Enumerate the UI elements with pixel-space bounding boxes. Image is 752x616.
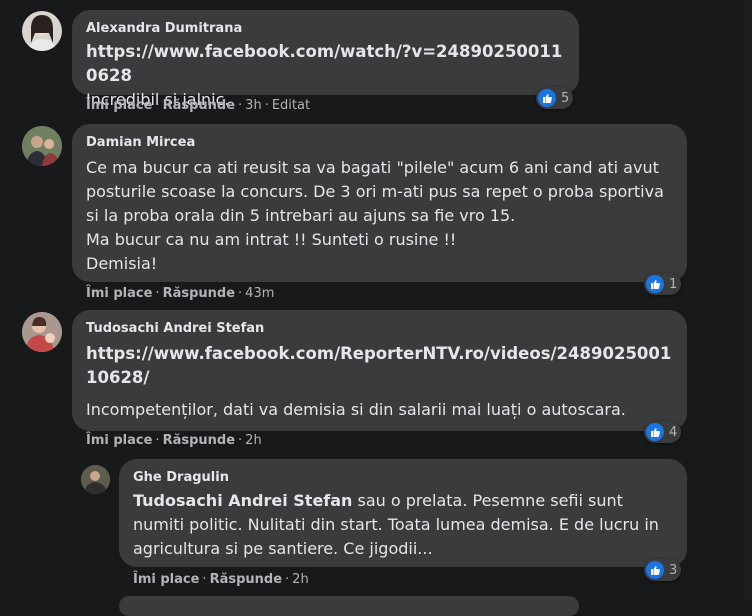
- like-button[interactable]: Îmi place: [133, 572, 199, 587]
- mention-link[interactable]: Tudosachi Andrei Stefan: [133, 491, 352, 510]
- avatar[interactable]: [81, 465, 110, 494]
- reaction-count[interactable]: 1: [644, 273, 682, 295]
- comment-actions: Îmi place · Răspunde · 43m: [86, 286, 275, 301]
- reply-button[interactable]: Răspunde: [210, 572, 282, 587]
- comment-link[interactable]: https://www.facebook.com/watch/?v=248902…: [86, 40, 565, 88]
- like-icon: [646, 423, 664, 441]
- comment-author[interactable]: Ghe Dragulin: [133, 469, 673, 487]
- reaction-number: 1: [669, 276, 678, 292]
- comment-author[interactable]: Tudosachi Andrei Stefan: [86, 320, 673, 338]
- timestamp[interactable]: 43m: [245, 286, 274, 301]
- comment-bubble: Tudosachi Andrei Stefan https://www.face…: [72, 310, 687, 431]
- like-button[interactable]: Îmi place: [86, 433, 152, 448]
- timestamp[interactable]: 2h: [292, 572, 309, 587]
- reaction-number: 3: [669, 562, 678, 578]
- like-icon: [646, 275, 664, 293]
- reply-button[interactable]: Răspunde: [163, 286, 235, 301]
- avatar[interactable]: [22, 126, 62, 166]
- next-comment-bubble: [119, 596, 579, 616]
- comment-actions: Îmi place · Răspunde · 2h: [133, 572, 309, 587]
- comment-link[interactable]: https://www.facebook.com/ReporterNTV.ro/…: [86, 342, 676, 390]
- timestamp[interactable]: 2h: [245, 433, 262, 448]
- comment-author[interactable]: Alexandra Dumitrana: [86, 20, 565, 38]
- like-button[interactable]: Îmi place: [86, 286, 152, 301]
- reply-button[interactable]: Răspunde: [163, 433, 235, 448]
- reply-button[interactable]: Răspunde: [163, 98, 235, 113]
- comment-author[interactable]: Damian Mircea: [86, 134, 673, 152]
- comment-bubble: Damian Mircea Ce ma bucur ca ati reusit …: [72, 124, 687, 282]
- comment-text: Incompetenților, dati va demisia si din …: [86, 400, 626, 419]
- comment-text: Ce ma bucur ca ati reusit sa va bagati "…: [86, 158, 664, 273]
- comment-actions: Îmi place · Răspunde · 2h: [86, 433, 262, 448]
- comment-text: Tudosachi Andrei Stefan sau o prelata. P…: [133, 489, 673, 561]
- reaction-number: 5: [561, 90, 570, 106]
- like-icon: [646, 561, 664, 579]
- reaction-count[interactable]: 3: [644, 559, 682, 581]
- reaction-count[interactable]: 4: [644, 421, 682, 443]
- comment-bubble: Ghe Dragulin Tudosachi Andrei Stefan sau…: [119, 459, 687, 567]
- avatar[interactable]: [22, 312, 62, 352]
- scrollbar[interactable]: [744, 0, 752, 601]
- reaction-number: 4: [669, 424, 678, 440]
- like-icon: [538, 89, 556, 107]
- avatar[interactable]: [22, 11, 62, 51]
- comment-bubble: Alexandra Dumitrana https://www.facebook…: [72, 10, 579, 109]
- timestamp[interactable]: 3h: [245, 98, 262, 113]
- comment-actions: Îmi place · Răspunde · 3h · Editat: [86, 98, 311, 113]
- reaction-count[interactable]: 5: [536, 87, 574, 109]
- edited-label: Editat: [271, 98, 311, 113]
- like-button[interactable]: Îmi place: [86, 98, 152, 113]
